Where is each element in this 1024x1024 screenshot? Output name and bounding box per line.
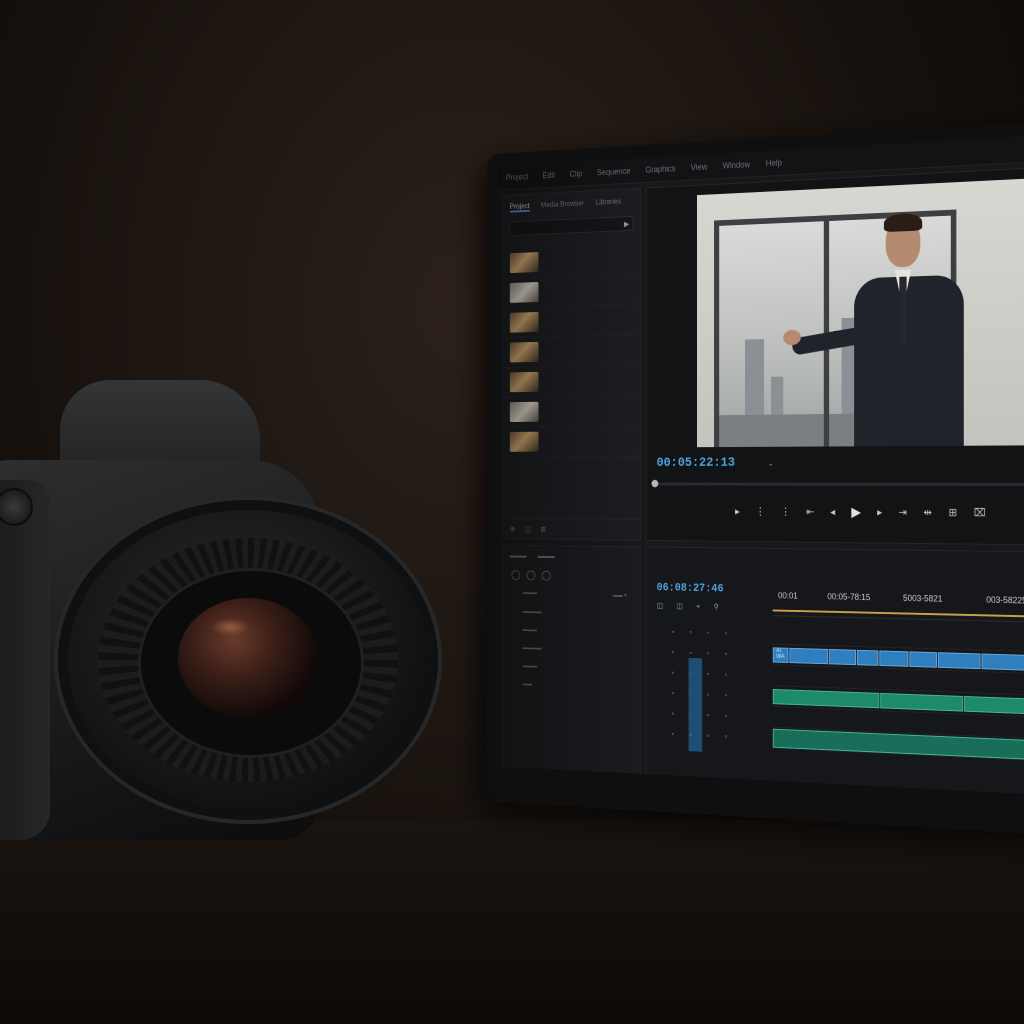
clip-thumbnail	[509, 401, 539, 423]
menu-item-sequence[interactable]: Sequence	[597, 166, 630, 177]
project-footer: ⊕ ◫ ⊞	[503, 517, 640, 540]
presenter-hair	[883, 213, 923, 233]
audio-clip[interactable]	[880, 692, 963, 712]
circle-icon[interactable]	[526, 570, 536, 581]
mark-out-icon[interactable]: ⋮	[755, 505, 765, 517]
tab-audio-mixer[interactable]: ▬▬▬	[538, 553, 555, 560]
export-frame-icon[interactable]: ⌧	[974, 506, 986, 519]
menu-item-graphics[interactable]: Graphics	[645, 164, 675, 175]
camera	[0, 380, 428, 860]
presenter-suit	[854, 274, 964, 447]
overwrite-icon[interactable]: ⊞	[949, 506, 958, 519]
track-header[interactable]: ▫ ▫ ▫ ▫	[655, 724, 783, 749]
tab-effect-controls[interactable]: ▬▬▬	[510, 553, 527, 560]
effects-tabs: ▬▬▬ ▬▬▬	[503, 546, 639, 569]
icon-view-icon[interactable]: ⊞	[540, 525, 545, 533]
track-header[interactable]: ▫ ▫ ▫ ▫	[655, 622, 783, 644]
effects-panel: ▬▬▬ ▬▬▬ ▬▬▬ ▬▬ ▾ ▬▬▬▬ ▬▬▬ ▬▬▬▬ ▬▬▬ ▬▬	[502, 544, 641, 780]
snap-icon[interactable]: ◫	[657, 601, 663, 610]
clip-thumbnail	[509, 341, 539, 363]
playhead[interactable]	[651, 479, 659, 488]
lock-icon[interactable]: ⊕	[510, 524, 515, 532]
program-monitor: 00:05:22:13 ⌄ 01 ▸ ⋮ ⋮ ⇤ ◂ ▶ ▸ ⇥ ⇹ ⊞ ⌧	[645, 164, 1024, 546]
video-frame	[697, 175, 1024, 448]
work-area-bar[interactable]	[772, 609, 1024, 619]
project-search: ▶	[509, 215, 634, 237]
list-view-icon[interactable]: ◫	[525, 525, 531, 533]
project-search-input[interactable]	[513, 220, 598, 233]
monitor: Project Edit Clip Sequence Graphics View…	[486, 118, 1024, 838]
ruler-label: 5003-5821	[902, 593, 943, 604]
menu-item-project[interactable]: Project	[506, 172, 528, 182]
timeline-clip[interactable]	[937, 652, 981, 670]
effects-row[interactable]: ▬▬	[503, 675, 639, 698]
list-item[interactable]	[503, 365, 640, 398]
clip-thumbnail	[509, 371, 539, 393]
ruler-label: 003-58225	[986, 594, 1024, 606]
menu-item-clip[interactable]: Clip	[570, 169, 583, 179]
mark-in-icon[interactable]: ▸	[735, 505, 740, 517]
timeline-clip[interactable]: A\ WA	[772, 647, 789, 663]
list-item[interactable]	[503, 243, 640, 279]
program-timecode-row: 00:05:22:13 ⌄ 01	[647, 451, 1024, 473]
clip-thumbnail	[509, 252, 539, 274]
timeline-clip[interactable]	[909, 651, 937, 668]
audio-clip[interactable]	[772, 688, 880, 709]
clip-thumbnail	[509, 311, 539, 333]
insert-icon[interactable]: ⇹	[923, 506, 931, 519]
project-tabs: Project Media Browser Libraries	[503, 189, 639, 217]
project-panel: Project Media Browser Libraries ▶ ⊕ ◫ ⊞	[502, 187, 641, 541]
step-forward-icon[interactable]: ▸	[877, 505, 882, 518]
ruler-label: 00:05-78:15	[827, 591, 871, 603]
lens-reflection	[210, 618, 250, 636]
camera-grip	[0, 480, 50, 840]
clip-thumbnail	[509, 281, 539, 303]
track-header[interactable]: ▫ ▫ ▫ ▫	[655, 642, 783, 665]
timeline-timecode[interactable]: 06:08:27:46	[657, 581, 724, 595]
play-main-icon[interactable]: ▶	[851, 503, 861, 519]
timeline-panel: 06:08:27:46 ◫ ◫ ⌖ ⚲ 00:01 00:05-78:15 50…	[645, 546, 1024, 798]
menu-item-help[interactable]: Help	[766, 158, 782, 168]
tab-media-browser[interactable]: Media Browser	[541, 199, 584, 211]
lens-glass	[178, 598, 318, 718]
menu-item-edit[interactable]: Edit	[543, 170, 555, 180]
go-out-icon[interactable]: ⇥	[899, 506, 907, 519]
menu-item-view[interactable]: View	[691, 162, 707, 172]
program-timecode[interactable]: 00:05:22:13	[657, 455, 735, 470]
tab-project[interactable]: Project	[509, 201, 530, 213]
marker-tool-icon[interactable]: ⌖	[696, 602, 700, 611]
transport-controls: ▸ ⋮ ⋮ ⇤ ◂ ▶ ▸ ⇥ ⇹ ⊞ ⌧	[647, 499, 1024, 525]
circle-icon[interactable]	[511, 570, 521, 581]
timeline-tools: ◫ ◫ ⌖ ⚲	[657, 601, 719, 612]
list-item[interactable]	[503, 395, 640, 428]
tab-libraries[interactable]: Libraries	[596, 197, 621, 208]
go-in-icon[interactable]: ⇤	[806, 505, 814, 517]
timeline-clip[interactable]	[829, 649, 856, 666]
list-item[interactable]	[503, 426, 640, 458]
wrench-icon[interactable]: ⚲	[714, 603, 719, 612]
linked-icon[interactable]: ◫	[676, 602, 682, 611]
list-item[interactable]	[503, 273, 640, 309]
menu-item-window[interactable]: Window	[723, 159, 751, 170]
step-back-icon[interactable]: ◂	[830, 505, 835, 517]
circle-icon[interactable]	[541, 570, 551, 581]
timeline-clip[interactable]	[856, 649, 879, 666]
marker-icon[interactable]: ⋮	[781, 505, 791, 517]
timeline-clip[interactable]	[879, 650, 909, 667]
editor-window: Project Edit Clip Sequence Graphics View…	[497, 132, 1024, 798]
chevron-down-icon[interactable]: ⌄	[768, 459, 774, 468]
list-item[interactable]	[503, 304, 640, 339]
track-header[interactable]: ▫ ▫ ▫ ▫	[655, 662, 783, 685]
timeline-clip[interactable]	[981, 653, 1024, 673]
time-ruler[interactable]: 00:01 00:05-78:15 5003-5821 003-58225	[772, 586, 1024, 624]
play-icon[interactable]: ▶	[624, 219, 629, 228]
audio-clip[interactable]	[963, 695, 1024, 717]
ruler-label: 00:01	[778, 590, 798, 601]
clip-thumbnail	[509, 431, 539, 452]
list-item[interactable]	[503, 334, 640, 369]
presenter-tie	[899, 276, 907, 345]
scrub-bar[interactable]	[651, 479, 1024, 488]
timeline-clip[interactable]	[789, 647, 829, 665]
track-header[interactable]: ▫ ▫ ▫ ▫	[655, 683, 783, 707]
